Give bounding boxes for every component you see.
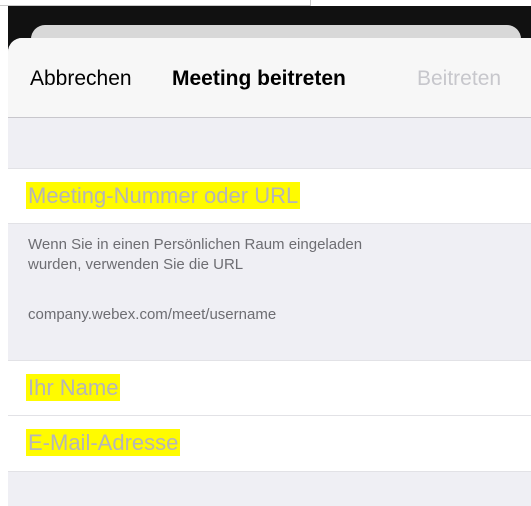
hint-line-2: wurden, verwenden Sie die URL [28, 256, 244, 273]
page-title: Meeting beitreten [172, 67, 346, 90]
meeting-number-field[interactable]: Meeting-Nummer oder URL [8, 168, 531, 224]
email-placeholder: E-Mail-Adresse [26, 429, 181, 456]
meeting-hint-text: Wenn Sie in einen Persönlichen Raum eing… [28, 235, 498, 275]
navigation-bar: Abbrechen Meeting beitreten Beitreten [8, 38, 531, 118]
email-field[interactable]: E-Mail-Adresse [8, 416, 531, 472]
join-button[interactable]: Beitreten [417, 67, 501, 91]
join-meeting-sheet: Abbrechen Meeting beitreten Beitreten Me… [8, 38, 531, 506]
cancel-button[interactable]: Abbrechen [30, 67, 132, 91]
name-placeholder: Ihr Name [26, 374, 121, 401]
meeting-number-placeholder: Meeting-Nummer oder URL [26, 182, 301, 209]
hint-example-url: company.webex.com/meet/username [28, 306, 277, 323]
name-field[interactable]: Ihr Name [8, 360, 531, 416]
screenshot-frame: Abbrechen Meeting beitreten Beitreten Me… [0, 0, 531, 506]
hint-line-1: Wenn Sie in einen Persönlichen Raum eing… [28, 236, 363, 253]
